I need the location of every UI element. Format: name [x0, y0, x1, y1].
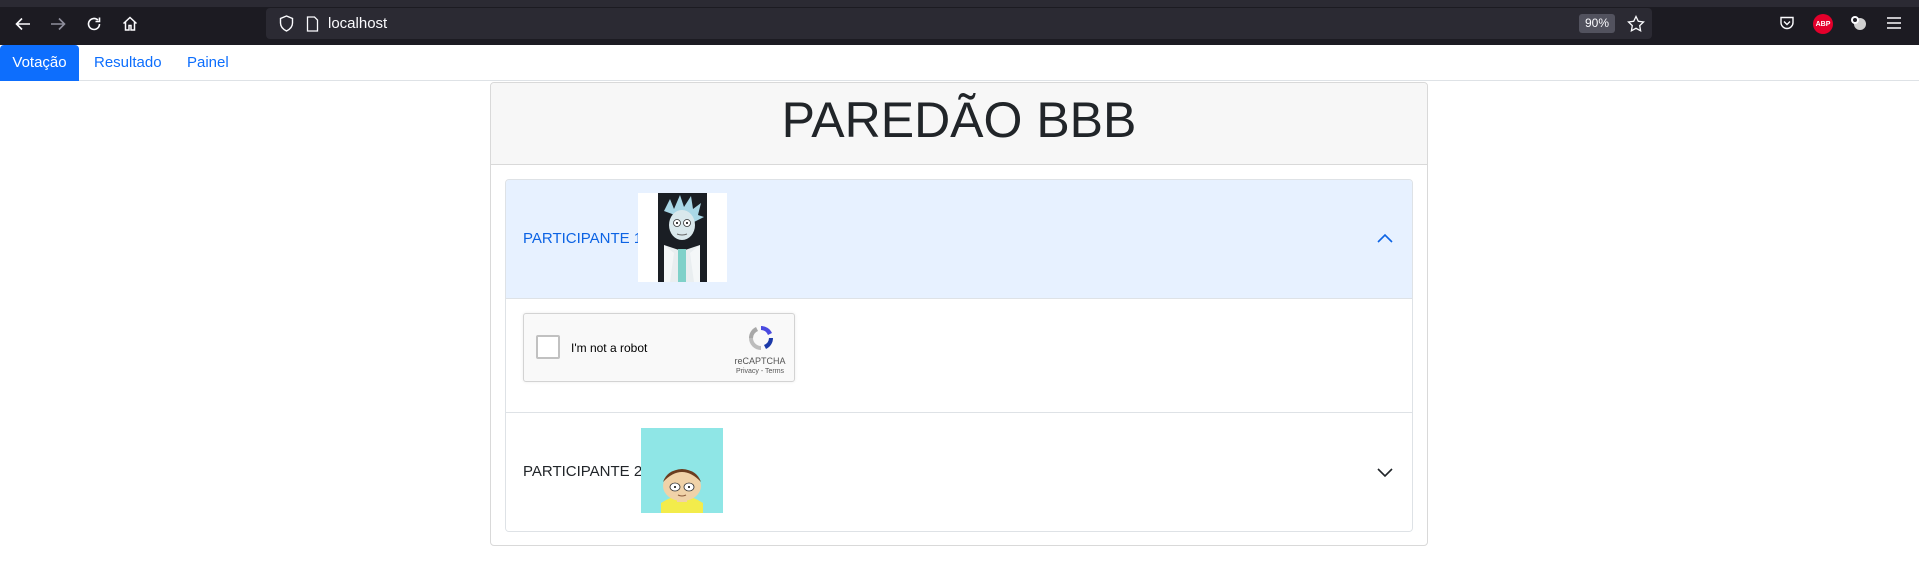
pocket-icon[interactable]	[1778, 14, 1796, 32]
page-info-icon[interactable]	[305, 15, 320, 32]
forward-button[interactable]	[47, 13, 69, 35]
reload-icon	[87, 17, 101, 31]
extension-icon[interactable]	[1849, 14, 1867, 32]
rick-avatar	[638, 193, 727, 282]
bookmark-star-icon[interactable]	[1626, 14, 1646, 34]
participants-accordion: PARTICIPANTE 1 I'm not a robot reCAPTCHA…	[505, 179, 1413, 532]
page-nav: Votação Resultado Painel	[0, 45, 1919, 81]
card-header: PAREDÃO BBB	[491, 83, 1427, 165]
tab-strip	[0, 0, 1919, 7]
back-button[interactable]	[12, 13, 34, 35]
zoom-badge[interactable]: 90%	[1579, 14, 1615, 33]
accordion-item-participante-1[interactable]: PARTICIPANTE 1	[506, 180, 1412, 299]
recaptcha-checkbox[interactable]	[536, 335, 560, 359]
recaptcha-label: I'm not a robot	[571, 341, 648, 355]
nav-link-resultado[interactable]: Resultado	[81, 45, 175, 81]
chevron-up-icon	[1376, 230, 1394, 248]
recaptcha-privacy-terms-link[interactable]: Privacy - Terms	[732, 368, 788, 375]
voting-card: PAREDÃO BBB PARTICIPANTE 1 I'm not a rob…	[490, 82, 1428, 546]
reload-button[interactable]	[83, 13, 105, 35]
nav-link-painel[interactable]: Painel	[174, 45, 242, 81]
forward-arrow-icon	[51, 17, 66, 31]
chevron-down-icon	[1376, 463, 1394, 481]
participant-label: PARTICIPANTE 2	[523, 463, 643, 480]
recaptcha-logo-icon	[746, 323, 776, 353]
back-arrow-icon	[15, 17, 30, 31]
url-text[interactable]: localhost	[328, 15, 387, 32]
home-icon	[122, 16, 138, 31]
adblock-icon[interactable]: ABP	[1813, 14, 1833, 34]
recaptcha-brand: reCAPTCHA	[734, 356, 786, 366]
shield-icon[interactable]	[278, 15, 295, 32]
url-bar[interactable]: localhost 90%	[266, 8, 1652, 39]
accordion-body-participante-1: I'm not a robot reCAPTCHA Privacy - Term…	[506, 299, 1412, 413]
page-title: PAREDÃO BBB	[781, 92, 1137, 148]
home-button[interactable]	[119, 13, 141, 35]
hamburger-menu-icon[interactable]	[1885, 14, 1903, 32]
recaptcha-widget: I'm not a robot reCAPTCHA Privacy - Term…	[523, 313, 795, 382]
browser-toolbar: localhost 90% ABP	[0, 0, 1919, 45]
participant-label: PARTICIPANTE 1	[523, 230, 643, 247]
nav-link-votacao[interactable]: Votação	[0, 45, 79, 81]
accordion-item-participante-2[interactable]: PARTICIPANTE 2	[506, 413, 1412, 531]
morty-avatar	[641, 428, 723, 513]
